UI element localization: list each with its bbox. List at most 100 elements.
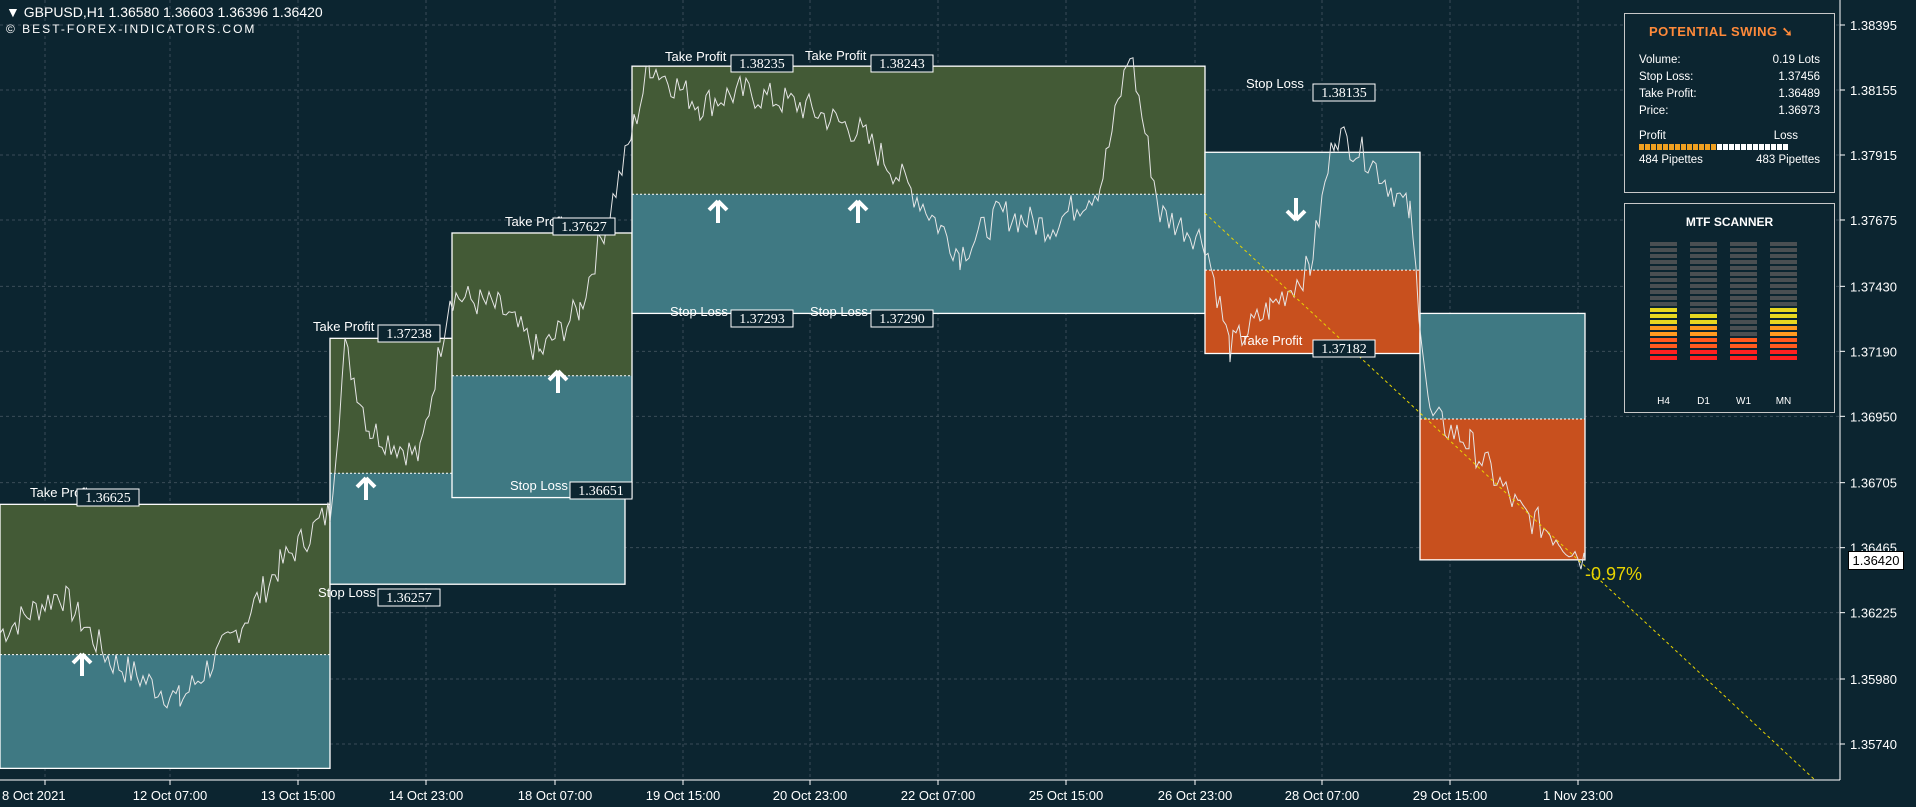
mtf-segment bbox=[1770, 350, 1797, 354]
x-tick-label: 20 Oct 23:00 bbox=[773, 788, 847, 803]
mtf-segment bbox=[1770, 320, 1797, 324]
swing-row-label: Stop Loss: bbox=[1639, 71, 1694, 83]
arrow-down-right-icon: ➘ bbox=[1781, 24, 1794, 39]
y-tick-label: 1.37675 bbox=[1850, 213, 1897, 228]
mtf-segment bbox=[1730, 296, 1757, 300]
mtf-segment bbox=[1770, 266, 1797, 270]
x-tick-label: 22 Oct 07:00 bbox=[901, 788, 975, 803]
level-label: Take Profit bbox=[665, 49, 727, 64]
mtf-segment bbox=[1770, 314, 1797, 318]
mtf-segment bbox=[1730, 272, 1757, 276]
loss-label: Loss bbox=[1773, 130, 1798, 142]
swing-row: Price: 1.36973 bbox=[1639, 103, 1820, 120]
bar-segment bbox=[1681, 144, 1686, 150]
swing-row: Take Profit: 1.36489 bbox=[1639, 86, 1820, 103]
y-tick-label: 1.36950 bbox=[1850, 409, 1897, 424]
level-label: Take Profit bbox=[805, 48, 867, 63]
y-tick-label: 1.38155 bbox=[1850, 83, 1897, 98]
bar-segment bbox=[1741, 144, 1746, 150]
forecast-label: -0.97% bbox=[1585, 564, 1642, 584]
bar-segment bbox=[1759, 144, 1764, 150]
mtf-segment bbox=[1730, 338, 1757, 342]
mtf-title: MTF SCANNER bbox=[1685, 215, 1774, 229]
mtf-segment bbox=[1690, 266, 1717, 270]
mtf-segment bbox=[1690, 332, 1717, 336]
level-label: Stop Loss bbox=[318, 585, 376, 600]
mtf-segment bbox=[1690, 302, 1717, 306]
mtf-label: D1 bbox=[1697, 396, 1710, 407]
mtf-segment bbox=[1730, 248, 1757, 252]
mtf-segment bbox=[1650, 332, 1677, 336]
mtf-segment bbox=[1730, 284, 1757, 288]
level-value: 1.38235 bbox=[739, 57, 785, 72]
mtf-segment bbox=[1650, 254, 1677, 258]
bar-segment bbox=[1651, 144, 1656, 150]
mtf-segment bbox=[1690, 248, 1717, 252]
x-tick-label: 25 Oct 15:00 bbox=[1029, 788, 1103, 803]
swing-title: POTENTIAL SWING ➘ bbox=[1649, 24, 1794, 39]
y-tick-label: 1.36225 bbox=[1850, 606, 1897, 621]
level-value: 1.37238 bbox=[386, 327, 432, 342]
mtf-segment bbox=[1650, 272, 1677, 276]
mtf-segment bbox=[1690, 338, 1717, 342]
mtf-segment bbox=[1770, 302, 1797, 306]
bar-segment bbox=[1723, 144, 1728, 150]
mtf-segment bbox=[1770, 272, 1797, 276]
x-tick-label: 28 Oct 07:00 bbox=[1285, 788, 1359, 803]
x-tick-label: 29 Oct 15:00 bbox=[1413, 788, 1487, 803]
mtf-segment bbox=[1690, 320, 1717, 324]
x-tick-label: 12 Oct 07:00 bbox=[133, 788, 207, 803]
level-value: 1.36625 bbox=[85, 491, 131, 506]
mtf-segment bbox=[1690, 278, 1717, 282]
swing-row-label: Price: bbox=[1639, 105, 1669, 117]
mtf-segment bbox=[1730, 278, 1757, 282]
mtf-segment bbox=[1730, 242, 1757, 246]
y-tick-label: 1.37190 bbox=[1850, 344, 1897, 359]
bar-segment bbox=[1669, 144, 1674, 150]
level-value: 1.37182 bbox=[1321, 342, 1367, 357]
x-tick-label: 18 Oct 07:00 bbox=[518, 788, 592, 803]
mtf-segment bbox=[1650, 284, 1677, 288]
mtf-segment bbox=[1730, 308, 1757, 312]
mtf-label: W1 bbox=[1736, 396, 1751, 407]
chart-menu-icon[interactable]: ▼ bbox=[6, 4, 20, 20]
mtf-segment bbox=[1730, 314, 1757, 318]
x-tick-label: 8 Oct 2021 bbox=[2, 788, 66, 803]
mtf-segment bbox=[1650, 308, 1677, 312]
mtf-segment bbox=[1690, 260, 1717, 264]
profit-zone bbox=[452, 232, 632, 376]
mtf-segment bbox=[1690, 344, 1717, 348]
x-tick-label: 14 Oct 23:00 bbox=[389, 788, 463, 803]
level-value: 1.37293 bbox=[739, 312, 785, 327]
mtf-column-h4: H4 bbox=[1650, 242, 1677, 407]
mtf-segment bbox=[1690, 254, 1717, 258]
profit-zone bbox=[1420, 419, 1585, 560]
mtf-segment bbox=[1690, 290, 1717, 294]
mtf-segment bbox=[1770, 326, 1797, 330]
chart-header: ▼ GBPUSD,H1 1.36580 1.36603 1.36396 1.36… bbox=[6, 4, 323, 38]
swing-row-value: 1.36489 bbox=[1778, 88, 1820, 100]
stop-zone bbox=[1420, 313, 1585, 420]
bar-segment bbox=[1729, 144, 1734, 150]
bar-segment bbox=[1639, 144, 1644, 150]
bar-segment bbox=[1705, 144, 1710, 150]
bar-segment bbox=[1765, 144, 1770, 150]
swing-row: Stop Loss: 1.37456 bbox=[1639, 69, 1820, 86]
mtf-segment bbox=[1650, 350, 1677, 354]
x-tick-label: 13 Oct 15:00 bbox=[261, 788, 335, 803]
mtf-segment bbox=[1690, 308, 1717, 312]
level-label: Stop Loss bbox=[1246, 76, 1304, 91]
swing-row-label: Take Profit: bbox=[1639, 88, 1697, 100]
bar-segment bbox=[1657, 144, 1662, 150]
mtf-segment bbox=[1650, 314, 1677, 318]
y-tick-label: 1.36705 bbox=[1850, 476, 1897, 491]
swing-row-value: 1.36973 bbox=[1778, 105, 1820, 117]
mtf-segment bbox=[1730, 356, 1757, 360]
mtf-segment bbox=[1690, 314, 1717, 318]
x-tick-label: 1 Nov 23:00 bbox=[1543, 788, 1613, 803]
mtf-segment bbox=[1650, 242, 1677, 246]
stop-zone bbox=[0, 654, 330, 769]
bar-segment bbox=[1699, 144, 1704, 150]
swing-row: Volume: 0.19 Lots bbox=[1639, 52, 1820, 69]
mtf-segment bbox=[1730, 254, 1757, 258]
